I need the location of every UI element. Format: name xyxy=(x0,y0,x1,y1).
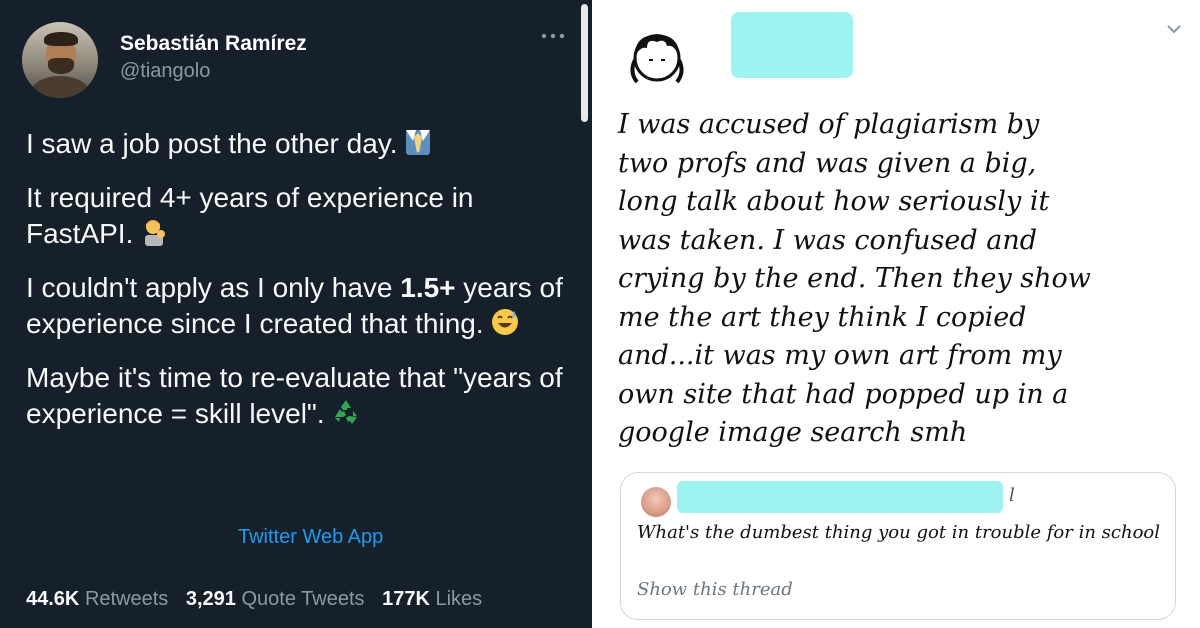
recycling-symbol-emoji-icon xyxy=(331,397,361,436)
likes-count: 177K xyxy=(382,588,430,610)
chevron-down-icon[interactable] xyxy=(1165,22,1183,36)
grinning-sweat-emoji-icon xyxy=(490,307,520,346)
quote-tweets-count: 3,291 xyxy=(185,588,236,610)
engagement-stats: 44.6K Retweets 3,291 Quote Tweets 177K L… xyxy=(26,588,494,611)
retweets-label: Retweets xyxy=(84,588,169,610)
tweet-paragraph: It required 4+ years of experience in Fa… xyxy=(26,180,576,256)
source-link[interactable]: Twitter Web App xyxy=(238,526,383,549)
retweets-stat[interactable]: 44.6K Retweets xyxy=(26,588,168,610)
likes-stat[interactable]: 177K Likes xyxy=(382,588,482,610)
redacted-username xyxy=(731,12,853,78)
quoted-name-suffix: l xyxy=(1009,485,1015,506)
more-options-icon[interactable] xyxy=(540,28,566,42)
avatar[interactable] xyxy=(22,22,98,98)
quoted-tweet-text: What's the dumbest thing you got in trou… xyxy=(637,522,1161,543)
tweet-text: I was accused of plagiarism by two profs… xyxy=(618,109,1091,448)
tweet-paragraph: I couldn't apply as I only have 1.5+ yea… xyxy=(26,270,576,346)
show-thread-link[interactable]: Show this thread xyxy=(637,579,793,600)
tweet-panel-left: Sebastián Ramírez @tiangolo I saw a job … xyxy=(0,0,592,628)
tweet-paragraph: Maybe it's time to re-evaluate that "yea… xyxy=(26,360,576,436)
retweets-count: 44.6K xyxy=(26,588,80,610)
tweet-bold-text: 1.5+ xyxy=(400,272,456,303)
tweet-paragraph-text: It required 4+ years of experience in Fa… xyxy=(26,182,474,249)
likes-label: Likes xyxy=(435,588,483,610)
person-tipping-hand-emoji-icon xyxy=(139,217,169,256)
tweet-paragraph-text: I saw a job post the other day. xyxy=(26,128,398,159)
quoted-tweet-card[interactable]: l What's the dumbest thing you got in tr… xyxy=(620,472,1176,620)
author-name[interactable]: Sebastián Ramírez xyxy=(120,32,307,56)
author-handle[interactable]: @tiangolo xyxy=(120,60,210,83)
tweet-text: I saw a job post the other day. It requi… xyxy=(26,126,576,450)
tweet-paragraph: I saw a job post the other day. xyxy=(26,126,576,166)
tweet-paragraph-text: Maybe it's time to re-evaluate that "yea… xyxy=(26,362,563,429)
redacted-username xyxy=(677,481,1003,513)
doodle-avatar-icon[interactable] xyxy=(625,28,689,86)
scrollbar[interactable] xyxy=(581,4,588,122)
quote-tweets-stat[interactable]: 3,291 Quote Tweets xyxy=(186,588,365,610)
avatar[interactable] xyxy=(641,487,671,517)
necktie-emoji-icon xyxy=(403,127,433,166)
tweet-panel-right: I was accused of plagiarism by two profs… xyxy=(600,0,1200,628)
tweet-paragraph-text: I couldn't apply as I only have xyxy=(26,272,401,303)
quote-tweets-label: Quote Tweets xyxy=(241,588,365,610)
